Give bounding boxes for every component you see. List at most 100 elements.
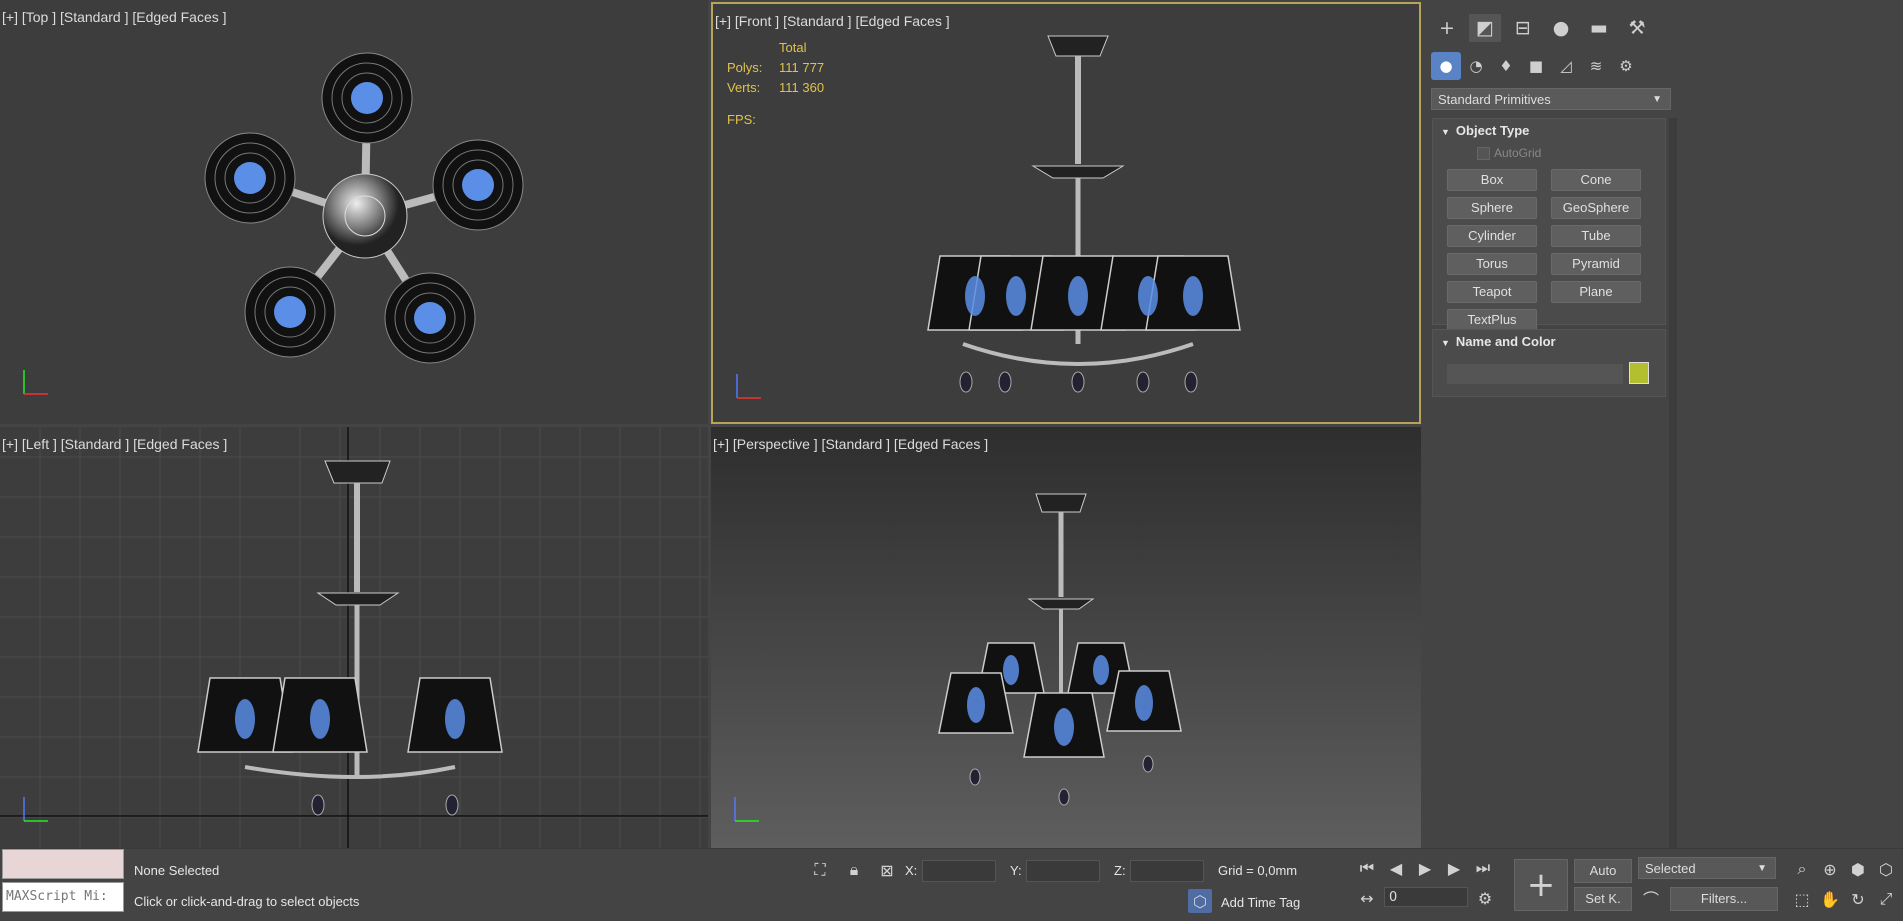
- motion-icon[interactable]: ●: [1545, 14, 1577, 42]
- add-time-tag-icon[interactable]: ⬡: [1188, 889, 1212, 913]
- orbit-icon[interactable]: ↻: [1846, 887, 1870, 911]
- zoom-extents-all-icon[interactable]: ⬡: [1874, 857, 1898, 881]
- plane-button[interactable]: Plane: [1551, 281, 1641, 303]
- viewport-front[interactable]: [+] [Front ] [Standard ] [Edged Faces ] …: [711, 2, 1421, 424]
- name-color-rollout: ▼ Name and Color: [1432, 329, 1666, 397]
- name-color-header[interactable]: ▼ Name and Color: [1433, 330, 1665, 354]
- x-coordinate-field[interactable]: [922, 860, 996, 882]
- key-filters-button[interactable]: Filters...: [1670, 887, 1778, 911]
- textplus-button[interactable]: TextPlus: [1447, 309, 1537, 331]
- object-color-swatch[interactable]: [1629, 362, 1649, 384]
- verts-label: Verts:: [727, 80, 761, 95]
- grid-size: Grid = 0,0mm: [1218, 863, 1298, 878]
- perspective-view-chandelier: [734, 493, 1182, 822]
- verts-value: 111 360: [779, 80, 825, 95]
- field-of-view-icon[interactable]: ⬚: [1790, 887, 1814, 911]
- maxscript-output[interactable]: [2, 849, 124, 879]
- collapse-triangle-icon: ▼: [1441, 127, 1450, 137]
- teapot-button[interactable]: Teapot: [1447, 281, 1537, 303]
- lights-icon[interactable]: ♦: [1491, 52, 1521, 80]
- sphere-button[interactable]: Sphere: [1447, 197, 1537, 219]
- torus-button[interactable]: Torus: [1447, 253, 1537, 275]
- key-tangent-icon[interactable]: ⌒: [1638, 887, 1664, 909]
- systems-icon[interactable]: ⚙: [1611, 52, 1641, 80]
- category-value: Standard Primitives: [1438, 92, 1551, 107]
- utilities-icon[interactable]: ⚒: [1621, 14, 1653, 42]
- geometry-icon[interactable]: ●: [1431, 52, 1461, 80]
- shapes-icon[interactable]: ◔: [1461, 52, 1491, 80]
- tube-button[interactable]: Tube: [1551, 225, 1641, 247]
- add-time-tag-label[interactable]: Add Time Tag: [1221, 895, 1300, 910]
- time-configuration-icon[interactable]: ⚙: [1474, 887, 1496, 909]
- pan-icon[interactable]: ✋: [1818, 887, 1842, 911]
- play-icon[interactable]: ▶: [1413, 857, 1437, 879]
- pyramid-button[interactable]: Pyramid: [1551, 253, 1641, 275]
- cylinder-button[interactable]: Cylinder: [1447, 225, 1537, 247]
- set-key-icon[interactable]: +: [1514, 859, 1568, 911]
- polys-value: 111 777: [779, 60, 825, 75]
- viewport-perspective[interactable]: [+] [Perspective ] [Standard ] [Edged Fa…: [711, 427, 1421, 848]
- previous-frame-icon[interactable]: ◀: [1384, 857, 1408, 879]
- go-to-start-icon[interactable]: ⏮: [1355, 857, 1379, 879]
- command-panel-tabs: + ◩ ⊟ ● ▬ ⚒: [1431, 14, 1653, 42]
- maxscript-listener: MAXScript Mi:: [2, 849, 124, 917]
- z-coordinate-field[interactable]: [1130, 860, 1204, 882]
- maximize-viewport-icon[interactable]: ⤢: [1874, 887, 1898, 911]
- x-label: X:: [905, 863, 918, 878]
- viewport-left[interactable]: [+] [Left ] [Standard ] [Edged Faces ]: [0, 427, 708, 848]
- panel-scrollbar[interactable]: [1669, 118, 1677, 848]
- cone-button[interactable]: Cone: [1551, 169, 1641, 191]
- collapse-triangle-icon: ▼: [1441, 338, 1450, 348]
- helpers-icon[interactable]: ◿: [1551, 52, 1581, 80]
- chevron-down-icon: ▼: [1652, 94, 1662, 105]
- lock-selection-icon[interactable]: 🔒︎: [843, 859, 865, 881]
- maxscript-input[interactable]: MAXScript Mi:: [2, 882, 124, 912]
- y-coordinate-field[interactable]: [1026, 860, 1100, 882]
- create-icon[interactable]: +: [1431, 14, 1463, 42]
- viewport-label-front[interactable]: [+] [Front ] [Standard ] [Edged Faces ]: [715, 13, 950, 29]
- box-button[interactable]: Box: [1447, 169, 1537, 191]
- chevron-down-icon: ▼: [1757, 863, 1767, 874]
- command-panel: + ◩ ⊟ ● ▬ ⚒ ● ◔ ♦ ■ ◿ ≋ ⚙ Standard Primi…: [1426, 0, 1903, 848]
- zoom-all-icon[interactable]: ⊕: [1818, 857, 1842, 881]
- viewport-label-perspective[interactable]: [+] [Perspective ] [Standard ] [Edged Fa…: [713, 436, 988, 452]
- selection-status: None Selected: [134, 863, 220, 878]
- viewport-top[interactable]: [+] [Top ] [Standard ] [Edged Faces ]: [0, 0, 708, 424]
- top-view-chandelier: [23, 52, 524, 395]
- prompt-line: Click or click-and-drag to select object…: [134, 894, 360, 909]
- modify-icon[interactable]: ◩: [1469, 14, 1501, 42]
- stats-header: Total: [779, 40, 807, 55]
- viewport-label-left[interactable]: [+] [Left ] [Standard ] [Edged Faces ]: [2, 436, 227, 452]
- fps-label: FPS:: [727, 112, 756, 127]
- go-to-end-icon[interactable]: ⏭: [1471, 857, 1495, 879]
- object-type-header[interactable]: ▼ Object Type: [1433, 119, 1665, 143]
- zoom-extents-icon[interactable]: ⬢: [1846, 857, 1870, 881]
- status-bar: MAXScript Mi: None Selected Click or cli…: [0, 848, 1903, 921]
- z-label: Z:: [1114, 863, 1126, 878]
- display-icon[interactable]: ▬: [1583, 14, 1615, 42]
- next-frame-icon[interactable]: ▶: [1442, 857, 1466, 879]
- primitive-buttons: Box Cone Sphere GeoSphere Cylinder Tube …: [1447, 169, 1665, 331]
- zoom-icon[interactable]: ⌕: [1790, 857, 1814, 881]
- autogrid-checkbox[interactable]: [1477, 146, 1490, 160]
- autogrid-label: AutoGrid: [1494, 146, 1542, 160]
- object-type-rollout: ▼ Object Type AutoGrid Box Cone Sphere Ge…: [1432, 118, 1666, 331]
- left-view-chandelier: [0, 427, 708, 848]
- viewport-label-top[interactable]: [+] [Top ] [Standard ] [Edged Faces ]: [2, 9, 227, 25]
- isolate-selection-icon[interactable]: ⛶: [808, 859, 832, 881]
- set-key-button[interactable]: Set K.: [1574, 887, 1632, 911]
- hierarchy-icon[interactable]: ⊟: [1507, 14, 1539, 42]
- key-mode-toggle-icon[interactable]: ↔: [1356, 887, 1378, 909]
- absolute-mode-icon[interactable]: ⊠: [876, 859, 898, 881]
- autogrid-option[interactable]: AutoGrid: [1477, 143, 1665, 163]
- object-name-field[interactable]: [1447, 364, 1623, 384]
- create-subtabs: ● ◔ ♦ ■ ◿ ≋ ⚙: [1431, 52, 1641, 80]
- geosphere-button[interactable]: GeoSphere: [1551, 197, 1641, 219]
- cameras-icon[interactable]: ■: [1521, 52, 1551, 80]
- auto-key-button[interactable]: Auto: [1574, 859, 1632, 883]
- key-filter-select[interactable]: Selected ▼: [1638, 857, 1776, 879]
- scene-statistics: Total Polys: 111 777 Verts: 111 360 FPS:: [727, 38, 824, 130]
- spacewarps-icon[interactable]: ≋: [1581, 52, 1611, 80]
- current-frame-field[interactable]: 0: [1384, 887, 1468, 907]
- category-dropdown[interactable]: Standard Primitives ▼: [1431, 88, 1671, 110]
